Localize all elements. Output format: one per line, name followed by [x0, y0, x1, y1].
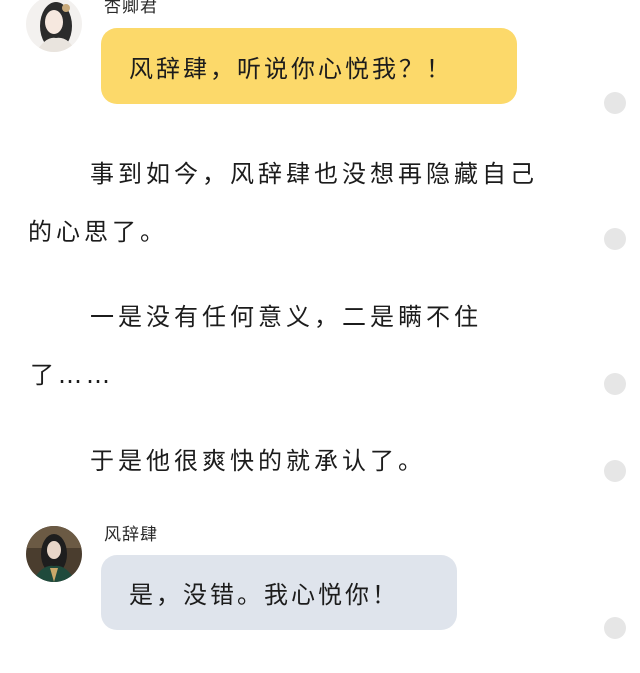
scroll-dot[interactable]	[604, 228, 626, 250]
speaker-name: 风辞肆	[104, 525, 158, 545]
chat-bubble-text: 风辞肆，听说你心悦我？！	[129, 54, 453, 83]
narration-line: 了……	[30, 361, 114, 389]
chat-bubble[interactable]: 是，没错。我心悦你！	[101, 555, 457, 630]
narration-line: 于是他很爽快的就承认了。	[90, 447, 426, 475]
chat-bubble[interactable]: 风辞肆，听说你心悦我？！	[101, 28, 517, 104]
scroll-dot[interactable]	[604, 617, 626, 639]
scroll-dot[interactable]	[604, 460, 626, 482]
speaker-name: 杏卿君	[104, 0, 158, 17]
avatar-male[interactable]	[26, 526, 82, 582]
scroll-dot[interactable]	[604, 92, 626, 114]
scroll-dot[interactable]	[604, 373, 626, 395]
narration-line: 的心思了。	[28, 218, 168, 246]
chat-bubble-text: 是，没错。我心悦你！	[129, 581, 399, 609]
avatar-female[interactable]	[26, 0, 82, 52]
narration-line: 一是没有任何意义，二是瞒不住	[90, 303, 482, 331]
narration-line: 事到如今，风辞肆也没想再隐藏自己	[90, 160, 538, 188]
